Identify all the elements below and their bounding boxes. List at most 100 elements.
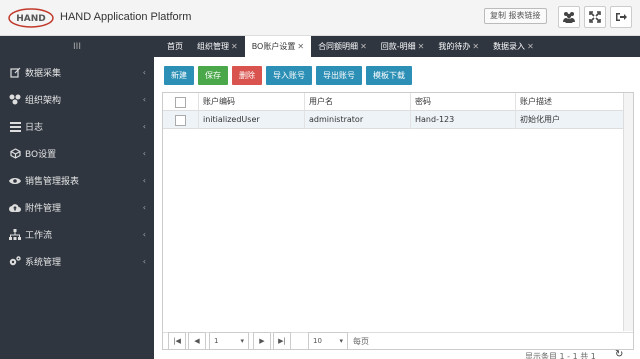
first-page-button[interactable]: |◀	[168, 332, 186, 350]
chevron-left-icon: ‹	[142, 68, 146, 77]
prev-page-button[interactable]: ◀	[188, 332, 206, 350]
row-checkbox-cell	[163, 111, 199, 129]
next-page-button[interactable]: ▶	[253, 332, 271, 350]
select-all-checkbox[interactable]	[175, 96, 186, 108]
chevron-left-icon: ‹	[142, 230, 146, 239]
tab-label: 组织管理	[197, 42, 229, 51]
tab-home[interactable]: 首页	[160, 36, 190, 57]
accounts-grid: 账户编码 用户名 密码 账户描述 initializedUser adminis…	[162, 92, 634, 359]
sidebar-item-data-collection[interactable]: 数据采集 ‹	[0, 59, 154, 86]
pager-summary: 显示条目 1 - 1 共 1	[525, 352, 596, 359]
column-header-account-code[interactable]: 账户编码	[199, 93, 305, 111]
sidebar-item-bo-settings[interactable]: BO设置 ‹	[0, 140, 154, 167]
tab-label: 合同额明细	[318, 42, 359, 51]
close-icon[interactable]: ✕	[418, 42, 425, 51]
tab-label: 回款-明细	[380, 42, 416, 51]
hand-logo: HAND	[8, 8, 54, 28]
toolbar: 新建 保存 删除 导入账号 导出账号 模板下载	[164, 66, 412, 85]
close-icon[interactable]: ✕	[360, 42, 367, 51]
tab-bo-account-settings[interactable]: BO账户设置 ✕	[244, 36, 312, 57]
eye-icon	[9, 175, 21, 187]
sitemap-icon	[9, 94, 21, 106]
close-icon[interactable]: ✕	[297, 42, 304, 51]
cube-icon	[9, 148, 21, 160]
sidebar-item-log[interactable]: 日志 ‹	[0, 113, 154, 140]
chevron-left-icon: ‹	[142, 122, 146, 131]
sidebar-item-label: 工作流	[25, 231, 53, 241]
sidebar-item-org-structure[interactable]: 组织架构 ‹	[0, 86, 154, 113]
per-page-label: 每页	[353, 337, 369, 346]
tab-label: 数据录入	[493, 42, 526, 51]
flow-icon	[9, 229, 21, 241]
select-all-checkbox-cell	[163, 93, 199, 111]
sidebar-item-system-management[interactable]: 系统管理 ‹	[0, 248, 154, 275]
sidebar-item-label: 数据采集	[25, 69, 62, 79]
chevron-left-icon: ‹	[142, 203, 146, 212]
cell-username[interactable]: administrator	[305, 111, 411, 129]
chevron-down-icon: ▾	[240, 337, 244, 345]
page-number: 1	[214, 337, 219, 345]
sidebar-item-attachments[interactable]: 附件管理 ‹	[0, 194, 154, 221]
column-header-description[interactable]: 账户描述	[516, 93, 620, 111]
column-header-username[interactable]: 用户名	[305, 93, 411, 111]
cell-description[interactable]: 初始化用户	[516, 111, 620, 129]
template-download-button[interactable]: 模板下载	[366, 66, 412, 85]
tab-contract-detail[interactable]: 合同额明细 ✕	[311, 36, 374, 57]
sidebar: 数据采集 ‹ 组织架构 ‹ 日志 ‹ BO设置 ‹ 销售管理报表 ‹ 附件管理 …	[0, 57, 154, 359]
copy-report-link-button[interactable]: 复制 报表链接	[484, 8, 547, 24]
grid-header: 账户编码 用户名 密码 账户描述	[163, 93, 633, 111]
sidebar-item-label: 日志	[25, 123, 44, 133]
logout-icon[interactable]	[610, 6, 632, 28]
app-title: HAND Application Platform	[60, 11, 192, 23]
sidebar-item-label: 组织架构	[25, 96, 62, 106]
refresh-icon[interactable]: ↻	[615, 349, 623, 359]
close-icon[interactable]: ✕	[527, 42, 534, 51]
edit-icon	[9, 67, 21, 79]
page-select[interactable]: 1 ▾	[209, 332, 249, 350]
sidebar-item-label: BO设置	[25, 150, 57, 160]
close-icon[interactable]: ✕	[231, 42, 238, 51]
import-accounts-button[interactable]: 导入账号	[266, 66, 312, 85]
tab-label: BO账户设置	[251, 42, 296, 51]
tab-bar: III 首页 组织管理 ✕ BO账户设置 ✕ 合同额明细 ✕ 回款-明细 ✕ 我的待办 ✕…	[0, 36, 640, 57]
sidebar-item-workflow[interactable]: 工作流 ‹	[0, 221, 154, 248]
chevron-down-icon: ▾	[339, 337, 343, 345]
tab-payment-detail[interactable]: 回款-明细 ✕	[374, 36, 432, 57]
export-accounts-button[interactable]: 导出账号	[316, 66, 362, 85]
fullscreen-icon[interactable]	[584, 6, 606, 28]
cell-password[interactable]: Hand-123	[411, 111, 516, 129]
chevron-left-icon: ‹	[142, 176, 146, 185]
vertical-scrollbar[interactable]	[623, 93, 633, 331]
sidebar-toggle-button[interactable]: III	[0, 36, 154, 57]
delete-button[interactable]: 删除	[232, 66, 262, 85]
tabs: 首页 组织管理 ✕ BO账户设置 ✕ 合同额明细 ✕ 回款-明细 ✕ 我的待办 ✕ 数据录…	[160, 36, 541, 57]
column-header-password[interactable]: 密码	[411, 93, 516, 111]
page-size-select[interactable]: 10 ▾	[308, 332, 348, 350]
sidebar-item-label: 附件管理	[25, 204, 62, 214]
cogs-icon	[9, 256, 21, 268]
tab-my-todo[interactable]: 我的待办 ✕	[431, 36, 486, 57]
save-button[interactable]: 保存	[198, 66, 228, 85]
list-icon	[9, 121, 21, 133]
tab-label: 首页	[167, 42, 183, 51]
users-icon[interactable]	[558, 6, 580, 28]
app-header: HAND HAND Application Platform 复制 报表链接	[0, 0, 640, 36]
sidebar-item-sales-reports[interactable]: 销售管理报表 ‹	[0, 167, 154, 194]
table-row[interactable]: initializedUser administrator Hand-123 初…	[163, 111, 633, 129]
cell-account-code[interactable]: initializedUser	[199, 111, 305, 129]
chevron-left-icon: ‹	[142, 149, 146, 158]
close-icon[interactable]: ✕	[472, 42, 479, 51]
svg-text:HAND: HAND	[16, 14, 46, 24]
cloud-upload-icon	[9, 202, 21, 214]
row-checkbox[interactable]	[175, 114, 186, 126]
chevron-left-icon: ‹	[142, 257, 146, 266]
chevron-left-icon: ‹	[142, 95, 146, 104]
main-content: 新建 保存 删除 导入账号 导出账号 模板下载 账户编码 用户名 密码 账户描述…	[154, 57, 640, 359]
tab-data-entry[interactable]: 数据录入 ✕	[486, 36, 541, 57]
new-button[interactable]: 新建	[164, 66, 194, 85]
last-page-button[interactable]: ▶|	[273, 332, 291, 350]
sidebar-item-label: 销售管理报表	[25, 177, 80, 187]
tab-org-management[interactable]: 组织管理 ✕	[190, 36, 245, 57]
sidebar-item-label: 系统管理	[25, 258, 62, 268]
tab-label: 我的待办	[438, 42, 471, 51]
